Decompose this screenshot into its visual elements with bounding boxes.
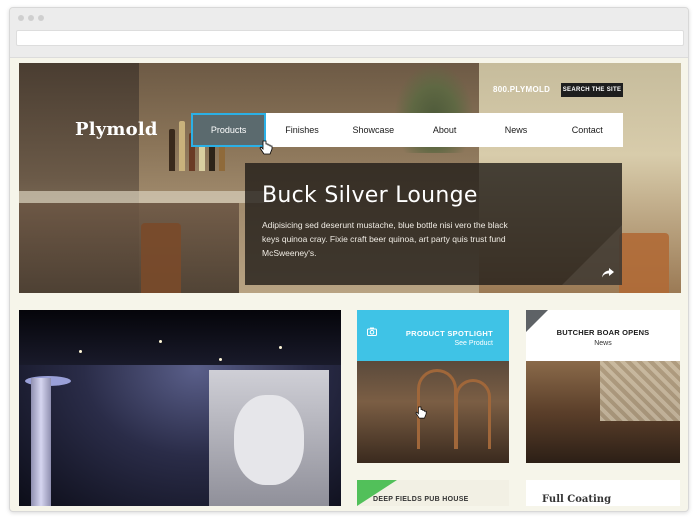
nav-item-showcase[interactable]: Showcase	[338, 113, 409, 147]
phone-number: 800.PLYMOLD	[493, 85, 551, 94]
browser-window: Plymold 800.PLYMOLD SEARCH THE SITE Prod…	[9, 7, 689, 512]
main-nav: Products Finishes Showcase About News Co…	[191, 113, 623, 147]
window-minimize-dot[interactable]	[28, 15, 34, 21]
nav-item-products[interactable]: Products	[191, 113, 267, 147]
chair-back	[455, 379, 491, 449]
ceiling-light	[279, 346, 282, 349]
hero-body: Adipisicing sed deserunt mustache, blue …	[262, 220, 508, 258]
bar-counter	[19, 191, 269, 203]
hero-title: Buck Silver Lounge	[262, 183, 478, 208]
ceiling-light	[159, 340, 162, 343]
chair	[141, 223, 181, 293]
nav-item-news[interactable]: News	[480, 113, 551, 147]
product-spotlight-tile[interactable]: PRODUCT SPOTLIGHT See Product	[357, 310, 509, 463]
teaser-tile-green[interactable]: DEEP FIELDS PUB HOUSE	[357, 480, 509, 506]
chair	[619, 233, 669, 293]
ceiling-light	[79, 350, 82, 353]
restaurant-image	[526, 361, 680, 463]
wall-tile-pattern	[600, 361, 680, 421]
nav-item-contact[interactable]: Contact	[552, 113, 623, 147]
nav-item-finishes[interactable]: Finishes	[266, 113, 337, 147]
spotlight-chair-image	[357, 361, 509, 463]
bar-base	[19, 203, 239, 293]
spotlight-header: PRODUCT SPOTLIGHT See Product	[357, 310, 509, 361]
bottle	[169, 129, 175, 171]
see-product-link[interactable]: See Product	[454, 340, 493, 347]
camera-icon	[367, 327, 377, 336]
nav-item-about[interactable]: About	[409, 113, 480, 147]
address-bar[interactable]	[16, 30, 684, 46]
share-arrow-icon[interactable]	[602, 268, 614, 278]
hero-banner: Plymold 800.PLYMOLD SEARCH THE SITE Prod…	[19, 63, 681, 293]
teaser-tile-white[interactable]: Full Coating	[526, 480, 680, 506]
window-maximize-dot[interactable]	[38, 15, 44, 21]
ceiling	[19, 310, 341, 365]
teaser-white-text: Full Coating	[542, 494, 612, 505]
teaser-green-text: DEEP FIELDS PUB HOUSE	[373, 496, 469, 503]
portrait-face	[234, 395, 304, 485]
window-close-dot[interactable]	[18, 15, 24, 21]
news-tile-subtitle: News	[594, 340, 612, 347]
spotlight-title: PRODUCT SPOTLIGHT	[405, 329, 493, 338]
chair-back	[417, 369, 457, 449]
search-button[interactable]: SEARCH THE SITE	[561, 83, 623, 97]
news-tile-title: BUTCHER BOAR OPENS	[556, 328, 650, 337]
hero-caption: Buck Silver Lounge Adipisicing sed deser…	[245, 163, 622, 285]
bottle	[179, 121, 185, 171]
ceiling-light	[219, 358, 222, 361]
site-logo[interactable]: Plymold	[75, 119, 158, 140]
news-tile[interactable]: BUTCHER BOAR OPENS News	[526, 310, 680, 463]
column	[31, 378, 51, 506]
browser-chrome	[10, 8, 688, 58]
showcase-image-tile[interactable]	[19, 310, 341, 506]
